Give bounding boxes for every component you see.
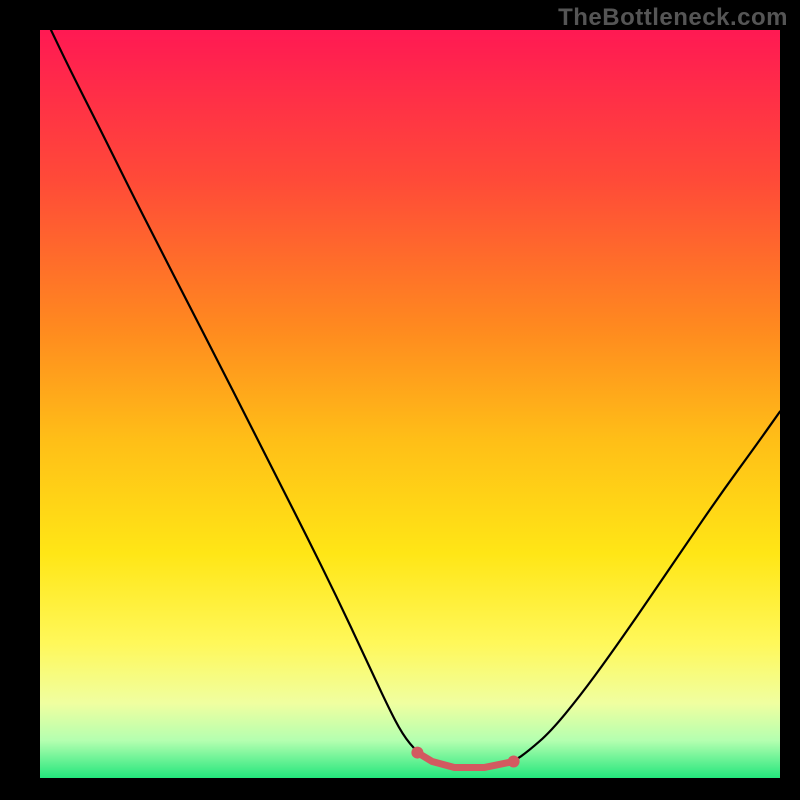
band-dot [411,747,423,759]
watermark-text: TheBottleneck.com [558,4,788,32]
chart-svg [0,0,800,800]
band-dot [508,756,520,768]
chart-frame: TheBottleneck.com [0,0,800,800]
plot-background [40,30,780,778]
